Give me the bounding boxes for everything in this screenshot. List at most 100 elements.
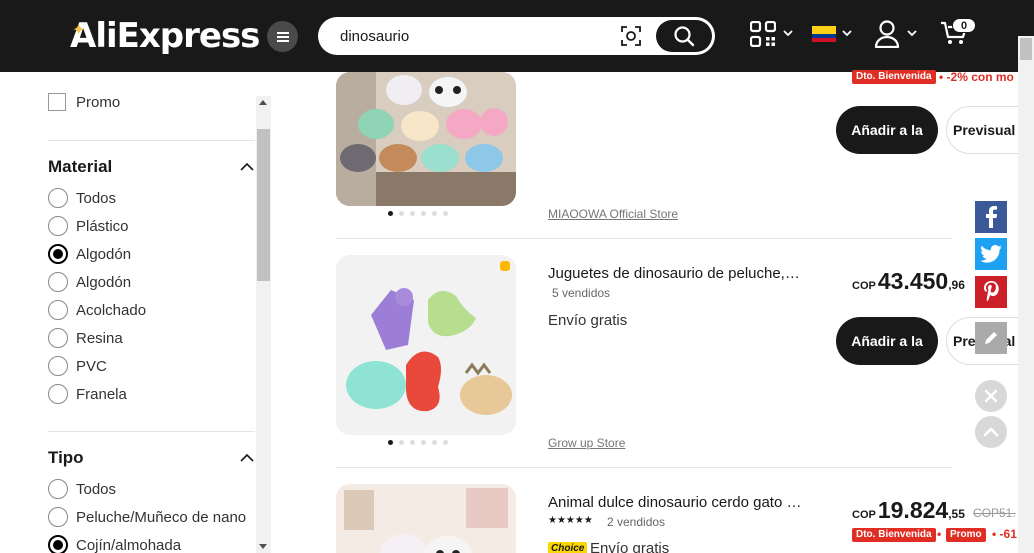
scrollbar-thumb[interactable]: [257, 129, 270, 281]
scroll-up-arrow-icon[interactable]: [259, 100, 267, 105]
checkbox-box[interactable]: [48, 93, 66, 111]
carousel-dot[interactable]: [388, 211, 393, 216]
price-decimal: ,96: [948, 278, 965, 292]
welcome-discount-tag: Dto. Bienvenida: [852, 528, 936, 542]
material-option-resina[interactable]: Resina: [48, 328, 123, 348]
radio-button-selected[interactable]: [48, 535, 68, 553]
product-image[interactable]: [336, 255, 516, 435]
product-title[interactable]: Animal dulce dinosaurio cerdo gato o...: [548, 494, 804, 511]
option-label: Peluche/Muñeco de nano: [76, 508, 247, 526]
shipping-info: Envío gratis: [590, 540, 670, 553]
colombia-flag-icon[interactable]: [812, 26, 836, 42]
option-label: Cojín/almohada: [76, 536, 182, 553]
material-section-title[interactable]: Material: [48, 157, 112, 177]
radio-button-selected[interactable]: [48, 244, 68, 264]
radio-button[interactable]: [48, 479, 68, 499]
qr-code-icon[interactable]: [750, 21, 776, 47]
chevron-up-icon: [983, 427, 999, 437]
price-integer: 43.450: [877, 268, 949, 294]
carousel-dot[interactable]: [421, 440, 426, 445]
chevron-down-icon: [907, 30, 917, 37]
filters-sidebar: Promo Material Todos Plástico Algodón Al…: [0, 72, 272, 553]
store-link[interactable]: Grow up Store: [548, 436, 625, 450]
material-option-pvc[interactable]: PVC: [48, 356, 107, 376]
chevron-up-icon[interactable]: [240, 453, 254, 463]
search-input[interactable]: [340, 26, 610, 46]
option-label: Acolchado: [76, 301, 147, 319]
close-share-button[interactable]: [975, 380, 1007, 412]
radio-button[interactable]: [48, 356, 68, 376]
chevron-up-icon[interactable]: [240, 162, 254, 172]
carousel-dot[interactable]: [432, 440, 437, 445]
carousel-dot[interactable]: [410, 440, 415, 445]
material-option-algodon[interactable]: Algodón: [48, 244, 131, 264]
store-link[interactable]: MIAOOWA Official Store: [548, 207, 678, 221]
image-carousel-dots[interactable]: [388, 440, 448, 445]
product-image[interactable]: [336, 484, 516, 553]
user-icon[interactable]: [874, 20, 900, 48]
pinterest-share-button[interactable]: [975, 276, 1007, 308]
carousel-dot[interactable]: [388, 440, 393, 445]
promo-tag: Promo: [946, 528, 986, 542]
add-to-cart-button[interactable]: Añadir a la: [836, 317, 938, 365]
carousel-dot[interactable]: [443, 211, 448, 216]
aliexpress-logo[interactable]: ✦ AliExpress: [70, 14, 260, 58]
radio-button[interactable]: [48, 328, 68, 348]
tipo-option-todos[interactable]: Todos: [48, 479, 116, 499]
product-title[interactable]: Juguetes de dinosaurio de peluche, al...: [548, 265, 804, 282]
material-option-acolchado[interactable]: Acolchado: [48, 300, 146, 320]
promo-checkbox[interactable]: Promo: [48, 93, 120, 111]
add-to-cart-button[interactable]: Añadir a la: [836, 106, 938, 154]
product-image[interactable]: [336, 72, 516, 206]
scrollbar-thumb[interactable]: [1020, 38, 1032, 60]
product-price: COP 19.824 ,55: [852, 497, 965, 524]
tag-separator: •: [937, 527, 942, 541]
top-header: ✦ AliExpress dinosaurio 0: [0, 0, 1034, 72]
ad-badge-icon: [500, 261, 510, 271]
material-option-franela[interactable]: Franela: [48, 384, 127, 404]
image-carousel-dots[interactable]: [388, 211, 448, 216]
twitter-share-button[interactable]: [975, 238, 1007, 270]
discount-note: • -61: [992, 527, 1017, 541]
hamburger-icon: [276, 35, 289, 38]
aliexpress-page: ✦ AliExpress dinosaurio 0 Promo Material…: [0, 0, 1034, 553]
option-label: PVC: [76, 357, 107, 375]
close-icon: [984, 389, 998, 403]
carousel-dot[interactable]: [399, 211, 404, 216]
tipo-option-peluche[interactable]: Peluche/Muñeco de nano: [48, 507, 246, 527]
carousel-dot[interactable]: [443, 440, 448, 445]
menu-button[interactable]: [267, 21, 298, 52]
page-scrollbar[interactable]: [1018, 36, 1034, 553]
scroll-down-arrow-icon[interactable]: [259, 544, 267, 549]
radio-button[interactable]: [48, 188, 68, 208]
search-button[interactable]: [656, 20, 712, 52]
tipo-section-title[interactable]: Tipo: [48, 448, 84, 468]
sidebar-scrollbar[interactable]: [256, 96, 271, 553]
facebook-share-button[interactable]: [975, 201, 1007, 233]
material-option-plastico[interactable]: Plástico: [48, 216, 129, 236]
tipo-option-cojin[interactable]: Cojín/almohada: [48, 535, 181, 553]
radio-button[interactable]: [48, 384, 68, 404]
sold-count: 2 vendidos: [607, 515, 666, 529]
material-option-todos[interactable]: Todos: [48, 188, 116, 208]
image-search-icon[interactable]: [620, 25, 642, 47]
choice-badge: Choice: [548, 542, 588, 553]
carousel-dot[interactable]: [432, 211, 437, 216]
material-option-algodon-2[interactable]: Algodón: [48, 272, 131, 292]
twitter-icon: [980, 245, 1002, 263]
radio-button[interactable]: [48, 300, 68, 320]
logo-text: AliExpress: [70, 16, 260, 56]
scroll-to-top-button[interactable]: [975, 416, 1007, 448]
search-bar: [318, 17, 715, 55]
welcome-discount-tag: Dto. Bienvenida: [852, 70, 936, 84]
option-label: Franela: [76, 385, 127, 403]
carousel-dot[interactable]: [399, 440, 404, 445]
edit-share-button[interactable]: [975, 322, 1007, 354]
radio-button[interactable]: [48, 216, 68, 236]
option-label: Algodón: [76, 245, 132, 263]
carousel-dot[interactable]: [410, 211, 415, 216]
radio-button[interactable]: [48, 507, 68, 527]
carousel-dot[interactable]: [421, 211, 426, 216]
discount-note: • -2% con mo: [939, 70, 1014, 84]
radio-button[interactable]: [48, 272, 68, 292]
